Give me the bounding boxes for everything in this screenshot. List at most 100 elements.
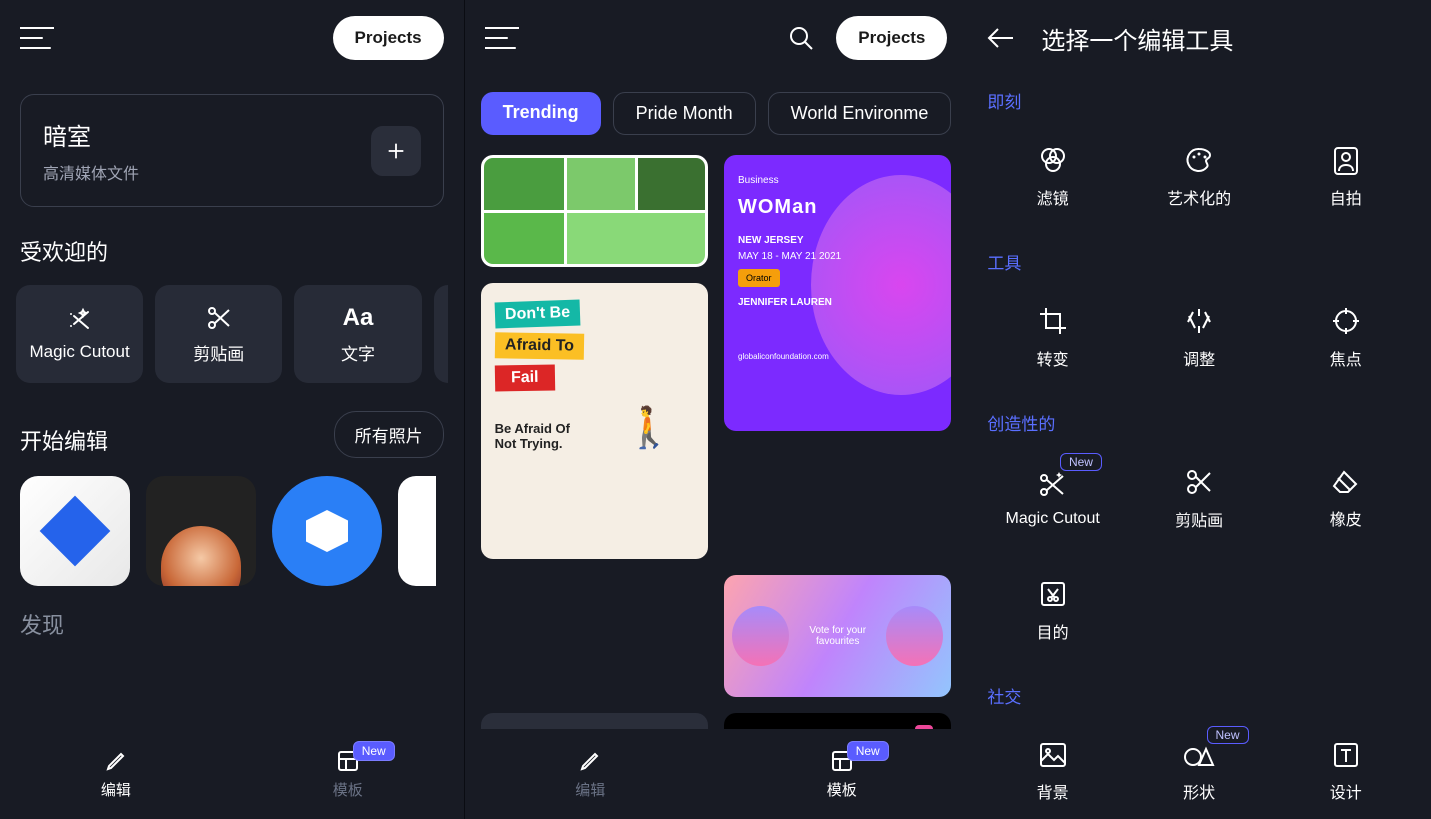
projects-button[interactable]: Projects <box>333 16 444 60</box>
start-edit-label: 开始编辑 <box>20 424 108 456</box>
back-arrow-icon[interactable] <box>987 26 1015 50</box>
top-bar: Projects <box>0 0 464 76</box>
chip-pride-month[interactable]: Pride Month <box>613 92 756 135</box>
add-button[interactable] <box>371 126 421 176</box>
tile-label: 文字 <box>341 340 375 365</box>
tool-eraser[interactable]: 橡皮 <box>1272 447 1419 551</box>
nav-template[interactable]: New 模板 <box>333 749 363 800</box>
template-card[interactable]: Vote for your favourites <box>724 575 951 697</box>
tool-scissors[interactable]: 剪贴画 <box>1126 447 1273 551</box>
tool-grid: 转变 调整 焦点 <box>979 278 1419 398</box>
nav-label: 编辑 <box>575 779 605 800</box>
target-icon <box>1331 306 1361 336</box>
tool-grid: New Magic Cutout 剪贴画橡皮目的 <box>979 439 1419 671</box>
discover-label: 发现 <box>0 608 464 640</box>
recent-photos <box>0 458 464 604</box>
menu-icon[interactable] <box>485 25 519 51</box>
nav-template[interactable]: New 模板 <box>827 749 857 800</box>
new-badge: New <box>847 741 889 761</box>
tile-magic-cutout[interactable]: Magic Cutout <box>16 285 143 383</box>
nav-edit[interactable]: 编辑 <box>101 749 131 800</box>
tool-label: 艺术化的 <box>1167 185 1231 209</box>
tool-label: 转变 <box>1037 346 1069 370</box>
tile-clipart[interactable]: 剪贴画 <box>155 285 282 383</box>
nav-label: 编辑 <box>101 779 131 800</box>
page-title: 选择一个编辑工具 <box>1041 21 1233 56</box>
tool-sliders[interactable]: 调整 <box>1126 286 1273 390</box>
tool-portrait[interactable]: 自拍 <box>1272 125 1419 229</box>
popular-label: 受欢迎的 <box>0 235 464 267</box>
bottom-nav: 编辑 New 模板 <box>465 729 968 819</box>
nav-label: 模板 <box>333 779 363 800</box>
shapes-icon <box>1183 741 1215 769</box>
photo-thumb[interactable] <box>272 476 382 586</box>
tile-label: Magic Cutout <box>30 342 130 362</box>
tool-label: 形状 <box>1183 779 1215 803</box>
tool-label: 背景 <box>1037 779 1069 803</box>
photo-thumb[interactable] <box>398 476 436 586</box>
scissors-icon <box>1184 467 1214 497</box>
magic-scissors-icon <box>65 306 95 334</box>
tile-text[interactable]: Aa 文字 <box>294 285 421 383</box>
tool-label: 滤镜 <box>1037 185 1069 209</box>
panel-templates: Projects Trending Pride Month World Envi… <box>465 0 968 819</box>
chip-trending[interactable]: Trending <box>481 92 601 135</box>
tile-label: 剪贴画 <box>193 340 244 365</box>
bottom-nav: 编辑 New 模板 <box>0 729 464 819</box>
template-text: Business WOMan NEW JERSEY MAY 18 - MAY 2… <box>738 173 937 364</box>
tool-label: 自拍 <box>1330 185 1362 209</box>
pencil-icon <box>578 749 602 773</box>
template-card[interactable]: Business WOMan NEW JERSEY MAY 18 - MAY 2… <box>724 155 951 431</box>
tool-label: 设计 <box>1330 779 1362 803</box>
tool-filter[interactable]: 滤镜 <box>979 125 1126 229</box>
section-label: 工具 <box>979 237 1419 278</box>
all-photos-button[interactable]: 所有照片 <box>334 411 444 458</box>
tool-label: 调整 <box>1183 346 1215 370</box>
search-icon[interactable] <box>788 25 814 51</box>
tool-text-box[interactable]: 设计 <box>1272 720 1419 819</box>
new-badge: New <box>1207 726 1249 744</box>
tool-palette[interactable]: 艺术化的 <box>1126 125 1273 229</box>
template-card[interactable]: ROYAL CLUB TRIO <box>724 713 951 729</box>
tool-label: Magic Cutout <box>1006 510 1100 528</box>
crop-icon <box>1038 306 1068 336</box>
chip-world-environment[interactable]: World Environme <box>768 92 952 135</box>
tool-image[interactable]: 背景 <box>979 720 1126 819</box>
sliders-icon <box>1184 306 1214 336</box>
tool-shapes[interactable]: New 形状 <box>1126 720 1273 819</box>
scissors-icon <box>205 304 233 332</box>
filter-icon <box>1038 145 1068 175</box>
darkroom-card[interactable]: 暗室 高清媒体文件 <box>20 94 444 207</box>
template-card[interactable] <box>481 713 708 729</box>
text-icon: Aa <box>343 304 374 332</box>
template-grid: Business WOMan NEW JERSEY MAY 18 - MAY 2… <box>465 145 968 729</box>
tool-cut-frame[interactable]: 目的 <box>979 559 1126 663</box>
new-badge: New <box>1060 453 1102 471</box>
tool-list[interactable]: 即刻滤镜艺术化的自拍工具转变调整焦点创造性的NewMagic Cutout剪贴画… <box>967 76 1431 819</box>
template-card[interactable] <box>481 155 708 267</box>
template-card[interactable]: Don't Be Afraid To Fail Be Afraid OfNot … <box>481 283 708 559</box>
menu-icon[interactable] <box>20 25 54 51</box>
section-label: 创造性的 <box>979 398 1419 439</box>
popular-tiles: Magic Cutout 剪贴画 Aa 文字 <box>0 267 464 401</box>
new-badge: New <box>353 741 395 761</box>
magic-scissors-icon <box>1037 470 1069 500</box>
image-icon <box>1038 741 1068 769</box>
tool-magic-scissors[interactable]: New Magic Cutout <box>979 447 1126 551</box>
projects-button[interactable]: Projects <box>836 16 947 60</box>
filter-chips: Trending Pride Month World Environme <box>465 76 968 145</box>
tile-overflow[interactable] <box>434 285 448 383</box>
photo-thumb[interactable] <box>20 476 130 586</box>
pencil-icon <box>104 749 128 773</box>
tool-target[interactable]: 焦点 <box>1272 286 1419 390</box>
panel-tools: 选择一个编辑工具 即刻滤镜艺术化的自拍工具转变调整焦点创造性的NewMagic … <box>967 0 1431 819</box>
tool-grid: 背景 New 形状 设计 <box>979 712 1419 819</box>
card-title: 暗室 <box>43 117 139 152</box>
nav-edit[interactable]: 编辑 <box>575 749 605 800</box>
tool-grid: 滤镜 艺术化的 自拍 <box>979 117 1419 237</box>
palette-icon <box>1184 145 1214 175</box>
tool-crop[interactable]: 转变 <box>979 286 1126 390</box>
photo-thumb[interactable] <box>146 476 256 586</box>
section-label: 社交 <box>979 671 1419 712</box>
panel-home: Projects 暗室 高清媒体文件 受欢迎的 Magic Cutout 剪贴画… <box>0 0 465 819</box>
